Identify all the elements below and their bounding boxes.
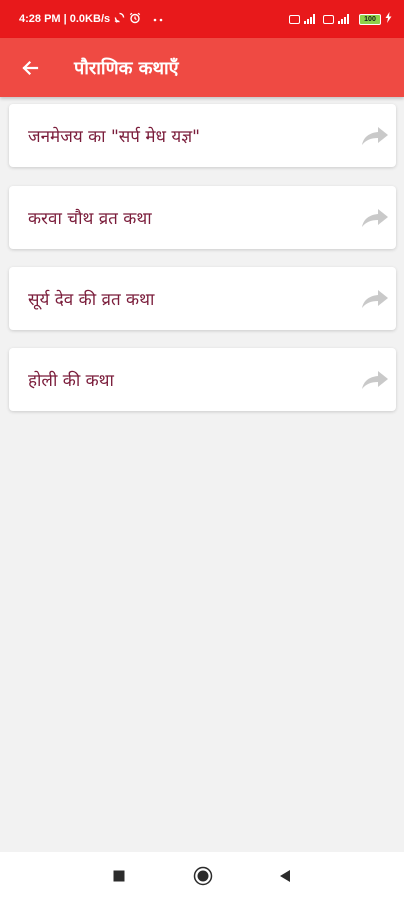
share-arrow-icon[interactable] [361,207,389,229]
sync-icon [114,12,125,26]
alarm-icon [129,12,141,27]
status-bar: 4:28 PM | 0.0KB/s 100 [0,0,404,38]
story-title: सूर्य देव की व्रत कथा [28,290,155,310]
story-title: करवा चौथ व्रत कथा [28,209,152,229]
app-bar: पौराणिक कथाएँ [0,38,404,97]
page-title: पौराणिक कथाएँ [74,57,179,79]
more-dots-icon [153,13,163,25]
home-button[interactable] [191,864,215,888]
recents-square-icon [113,870,125,882]
signal-icon [338,14,349,24]
status-right: 100 [289,12,392,26]
back-button[interactable] [18,56,42,80]
list-item[interactable]: होली की कथा [9,348,396,411]
story-title: जनमेजय का "सर्प मेध यज्ञ" [28,127,200,147]
back-arrow-icon [22,60,39,75]
story-title: होली की कथा [28,371,114,391]
list-item[interactable]: जनमेजय का "सर्प मेध यज्ञ" [9,104,396,167]
share-arrow-icon[interactable] [361,369,389,391]
share-arrow-icon[interactable] [361,288,389,310]
battery-icon: 100 [359,13,381,25]
share-arrow-icon[interactable] [361,125,389,147]
status-time: 4:28 PM | 0.0KB/s [19,13,111,25]
home-circle-icon [193,866,213,886]
signal-icon [304,14,315,24]
charging-icon [385,12,392,26]
system-back-button[interactable] [273,864,297,888]
list-item[interactable]: सूर्य देव की व्रत कथा [9,267,396,330]
volte-icon [289,14,300,24]
volte-icon [323,14,334,24]
recents-button[interactable] [107,864,131,888]
list-item[interactable]: करवा चौथ व्रत कथा [9,186,396,249]
status-left: 4:28 PM | 0.0KB/s [19,12,163,27]
system-nav-bar [0,852,404,900]
back-triangle-icon [280,870,290,882]
battery-level: 100 [364,15,376,23]
